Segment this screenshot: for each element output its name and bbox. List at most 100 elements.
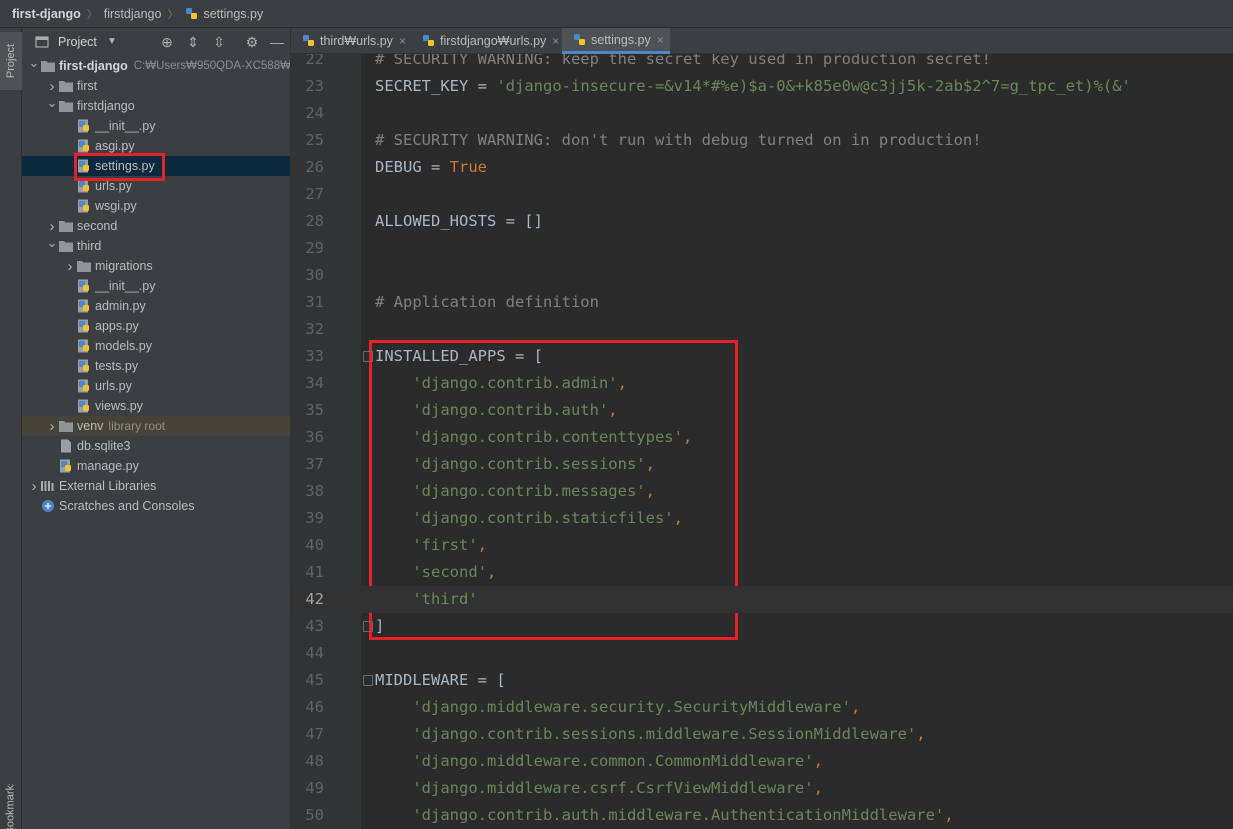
project-tool-tab[interactable]: Project	[0, 32, 22, 90]
close-tab-icon[interactable]: ×	[552, 34, 559, 48]
code-line[interactable]: 29	[291, 235, 1233, 262]
fold-marker-icon[interactable]	[363, 675, 373, 686]
code-editor[interactable]: third₩urls.py × firstdjango₩urls.py × se…	[291, 28, 1233, 829]
tab-firstdjango-urls[interactable]: firstdjango₩urls.py ×	[411, 28, 561, 54]
tree-item-asgi-py[interactable]: asgi.py	[22, 136, 290, 156]
code-line[interactable]: 47 'django.contrib.sessions.middleware.S…	[291, 721, 1233, 748]
python-file-icon	[572, 32, 588, 48]
code-line[interactable]: 31 # Application definition	[291, 289, 1233, 316]
code-line[interactable]: 32	[291, 316, 1233, 343]
close-tab-icon[interactable]: ×	[399, 34, 406, 48]
tree-item-views-py[interactable]: views.py	[22, 396, 290, 416]
code-line[interactable]: 34 'django.contrib.admin',	[291, 370, 1233, 397]
chevron-right-icon[interactable]: ›	[28, 476, 40, 496]
chevron-down-icon[interactable]: ⌄	[46, 93, 58, 113]
code-line[interactable]: 33 INSTALLED_APPS = [	[291, 343, 1233, 370]
locate-file-icon[interactable]: ⊕	[159, 34, 175, 50]
tree-item-label: __init__.py	[95, 279, 156, 293]
hide-panel-icon[interactable]: —	[269, 34, 285, 50]
tree-item-urls-py[interactable]: urls.py	[22, 176, 290, 196]
code-line[interactable]: 27	[291, 181, 1233, 208]
code-line[interactable]: 50 'django.contrib.auth.middleware.Authe…	[291, 802, 1233, 829]
breadcrumb-project[interactable]: first-django	[12, 7, 81, 21]
code-area[interactable]: 22 # SECURITY WARNING: keep the secret ke…	[291, 28, 1233, 829]
line-number: 25	[305, 131, 324, 149]
tab-third-urls[interactable]: third₩urls.py ×	[291, 28, 411, 54]
tree-item-init-py[interactable]: __init__.py	[22, 116, 290, 136]
fold-marker-icon[interactable]	[363, 621, 373, 632]
code-line[interactable]: 24	[291, 100, 1233, 127]
breadcrumb-folder[interactable]: firstdjango	[104, 7, 162, 21]
fold-marker-icon[interactable]	[363, 351, 373, 362]
chevron-down-icon[interactable]: ⌄	[46, 233, 58, 253]
chevron-down-icon[interactable]: ⌄	[28, 53, 40, 73]
tree-item-third[interactable]: ⌄ third	[22, 233, 290, 256]
code-line[interactable]: 35 'django.contrib.auth',	[291, 397, 1233, 424]
tree-item-migrations[interactable]: › migrations	[22, 256, 290, 276]
code-line[interactable]: 30	[291, 262, 1233, 289]
line-number: 35	[305, 401, 324, 419]
tree-item-admin-py[interactable]: admin.py	[22, 296, 290, 316]
tree-item-scratches-and-consoles[interactable]: Scratches and Consoles	[22, 496, 290, 516]
line-number: 29	[305, 239, 324, 257]
tree-item-first[interactable]: › first	[22, 76, 290, 96]
tree-item-label: second	[77, 219, 118, 233]
code-line[interactable]: 44	[291, 640, 1233, 667]
tab-settings[interactable]: settings.py ×	[562, 28, 670, 54]
tree-item-first-django[interactable]: ⌄ first-django C:₩Users₩950QDA-XC588₩	[22, 53, 291, 76]
tree-item-label: admin.py	[95, 299, 146, 313]
code-line[interactable]: 23 SECRET_KEY = 'django-insecure-=&v14*#%…	[291, 73, 1233, 100]
tree-item-manage-py[interactable]: manage.py	[22, 456, 290, 476]
code-text: MIDDLEWARE = [	[375, 667, 506, 694]
chevron-right-icon[interactable]: ›	[46, 416, 58, 436]
tree-item-urls-py[interactable]: urls.py	[22, 376, 290, 396]
code-text: 'second',	[375, 559, 496, 586]
tree-item-wsgi-py[interactable]: wsgi.py	[22, 196, 290, 216]
project-panel-title[interactable]: Project	[58, 35, 97, 49]
code-line[interactable]: 40 'first',	[291, 532, 1233, 559]
tree-item-external-libraries[interactable]: › External Libraries	[22, 476, 290, 496]
tree-item-db-sqlite3[interactable]: db.sqlite3	[22, 436, 290, 456]
code-line[interactable]: 26 DEBUG = True	[291, 154, 1233, 181]
tree-item-models-py[interactable]: models.py	[22, 336, 290, 356]
code-token: ,	[673, 509, 683, 527]
tree-item-label: migrations	[95, 259, 153, 273]
tree-item-firstdjango[interactable]: ⌄ firstdjango	[22, 93, 290, 116]
breadcrumb-file[interactable]: settings.py	[203, 7, 263, 21]
tree-item-apps-py[interactable]: apps.py	[22, 316, 290, 336]
code-line[interactable]: 42 'third'	[291, 586, 1233, 613]
python-file-icon	[76, 178, 92, 194]
code-line[interactable]: 38 'django.contrib.messages',	[291, 478, 1233, 505]
tree-item-tests-py[interactable]: tests.py	[22, 356, 290, 376]
close-tab-icon[interactable]: ×	[657, 33, 664, 47]
project-panel: Project ▼ ⊕ ⇕ ⇳ ⚙ — ⌄ first-django C:₩User…	[22, 28, 291, 829]
code-line[interactable]: 46 'django.middleware.security.SecurityM…	[291, 694, 1233, 721]
view-dropdown-icon[interactable]: ▼	[104, 34, 120, 50]
code-line[interactable]: 45 MIDDLEWARE = [	[291, 667, 1233, 694]
tree-item-second[interactable]: › second	[22, 216, 290, 236]
collapse-all-icon[interactable]: ⇳	[211, 34, 227, 50]
expand-all-icon[interactable]: ⇕	[185, 34, 201, 50]
tree-item-hint: C:₩Users₩950QDA-XC588₩	[133, 60, 291, 72]
code-line[interactable]: 39 'django.contrib.staticfiles',	[291, 505, 1233, 532]
code-line[interactable]: 48 'django.middleware.common.CommonMiddl…	[291, 748, 1233, 775]
tree-item-venv[interactable]: › venv library root	[22, 416, 290, 436]
code-line[interactable]: 49 'django.middleware.csrf.CsrfViewMiddl…	[291, 775, 1233, 802]
chevron-right-icon[interactable]: ›	[64, 256, 76, 276]
code-line[interactable]: 36 'django.contrib.contenttypes',	[291, 424, 1233, 451]
code-line[interactable]: 25 # SECURITY WARNING: don't run with deb…	[291, 127, 1233, 154]
line-number: 46	[305, 698, 324, 716]
gear-icon[interactable]: ⚙	[244, 34, 260, 50]
tree-item-label: tests.py	[95, 359, 139, 373]
tree-item-init-py[interactable]: __init__.py	[22, 276, 290, 296]
tree-item-settings-py[interactable]: settings.py	[22, 156, 290, 176]
code-line[interactable]: 37 'django.contrib.sessions',	[291, 451, 1233, 478]
code-text: 'django.contrib.auth.middleware.Authenti…	[375, 802, 953, 829]
code-line[interactable]: 43]	[291, 613, 1233, 640]
code-line[interactable]: 41 'second',	[291, 559, 1233, 586]
bookmarks-tool-tab[interactable]: Bookmarks	[0, 784, 22, 829]
tree-item-label: Scratches and Consoles	[59, 499, 195, 513]
code-line[interactable]: 28 ALLOWED_HOSTS = []	[291, 208, 1233, 235]
python-file-icon	[301, 33, 317, 49]
